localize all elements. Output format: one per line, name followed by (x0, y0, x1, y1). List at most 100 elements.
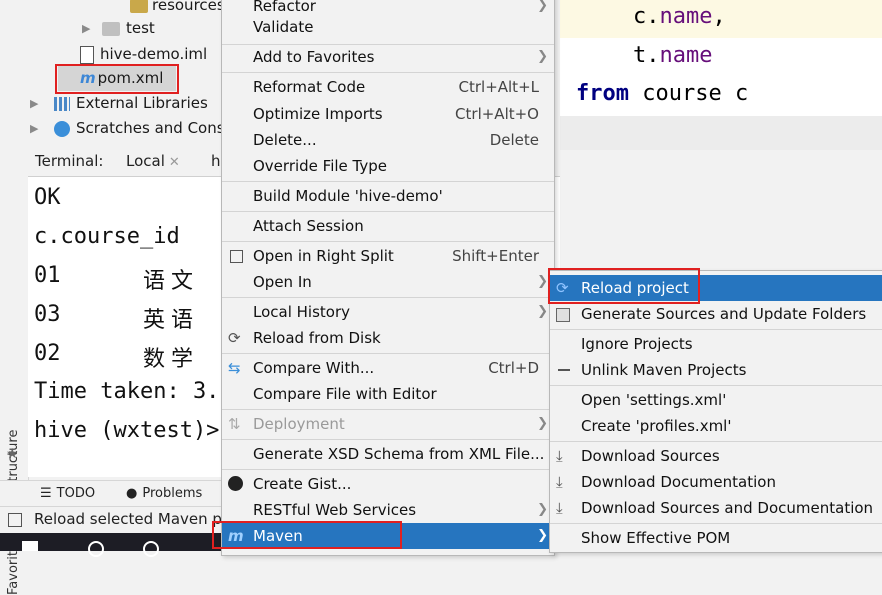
terminal-line: 英语 (143, 308, 200, 333)
terminal-line: OK (34, 185, 61, 210)
search-icon[interactable] (88, 541, 104, 557)
annotation-box-reload-project (548, 268, 700, 304)
module-file-icon (80, 45, 94, 64)
tree-item-scratches[interactable]: ▶ Scratches and Conso (30, 116, 234, 141)
menu-item-reformat-code[interactable]: Reformat Code Ctrl+Alt+L (222, 74, 554, 100)
library-icon (54, 96, 70, 111)
tab-local[interactable]: Local ✕ (126, 152, 180, 170)
chevron-right-icon: ❯ (537, 528, 548, 543)
annotation-box-maven (212, 521, 402, 549)
tree-item-test[interactable]: ▶ test (82, 16, 155, 41)
terminal-line: 数学 (143, 347, 200, 372)
maven-submenu: ⟳ Reload project Generate Sources and Upd… (549, 270, 882, 553)
menu-item-override-file-type[interactable]: Override File Type (222, 153, 554, 179)
menu-separator (222, 439, 554, 440)
menu-item-build-module[interactable]: Build Module 'hive-demo' (222, 183, 554, 209)
problems-icon: ● (126, 486, 138, 501)
problems-tab[interactable]: ● Problems (126, 486, 202, 501)
todo-tab[interactable]: ☰ TODO (40, 486, 95, 501)
terminal-line: c.course_id (34, 224, 180, 249)
menu-item-ignore-projects[interactable]: Ignore Projects (550, 331, 882, 357)
split-view-icon (230, 250, 243, 263)
editor-gutter-strip (560, 116, 882, 150)
menu-separator (222, 181, 554, 182)
download-icon: ⤓ (556, 447, 563, 465)
menu-item-deployment: ⇅ Deployment ❯ (222, 411, 554, 437)
left-tool-strip: Structure Favorites ★ (0, 150, 29, 595)
menu-separator (550, 329, 882, 330)
menu-item-show-effective-pom[interactable]: Show Effective POM (550, 525, 882, 551)
tree-item-external-libraries[interactable]: ▶ External Libraries (30, 91, 208, 116)
menu-item-local-history[interactable]: Local History ❯ (222, 299, 554, 325)
menu-item-validate[interactable]: Validate (222, 14, 554, 40)
tab-h[interactable]: h (211, 152, 221, 170)
menu-item-create-gist[interactable]: Create Gist... (222, 471, 554, 497)
deployment-icon: ⇅ (228, 415, 241, 433)
menu-item-compare-file-with-editor[interactable]: Compare File with Editor (222, 381, 554, 407)
menu-separator (222, 241, 554, 242)
minus-icon (558, 369, 570, 371)
reload-icon: ⟳ (228, 329, 241, 347)
menu-item-attach-session[interactable]: Attach Session (222, 213, 554, 239)
menu-item-unlink-maven-projects[interactable]: Unlink Maven Projects (550, 357, 882, 383)
chevron-right-icon: ❯ (537, 274, 548, 289)
status-text: Reload selected Maven p (34, 510, 222, 528)
menu-item-create-profiles-xml[interactable]: Create 'profiles.xml' (550, 413, 882, 439)
menu-separator (550, 385, 882, 386)
chevron-right-icon: ❯ (537, 416, 548, 431)
menu-item-download-sources-and-docs[interactable]: ⤓ Download Sources and Documentation (550, 495, 882, 521)
generate-sources-icon (556, 308, 570, 322)
github-icon (228, 476, 243, 491)
menu-separator (222, 409, 554, 410)
context-menu: Refactor ❯ Validate Add to Favorites ❯ Ref… (221, 0, 555, 556)
menu-item-open-in[interactable]: Open In ❯ (222, 269, 554, 295)
terminal-line: hive (wxtest)> (34, 418, 220, 443)
menu-separator (222, 353, 554, 354)
menu-separator (222, 211, 554, 212)
windows-start-icon[interactable] (22, 541, 38, 551)
menu-separator (222, 72, 554, 73)
code-line-1: c.name, (633, 4, 726, 29)
star-icon[interactable]: ★ (6, 446, 19, 462)
scratches-icon (54, 120, 70, 137)
folder-icon (130, 0, 148, 13)
task-view-icon[interactable] (143, 541, 159, 557)
chevron-right-icon[interactable]: ▶ (30, 116, 38, 141)
menu-separator (550, 441, 882, 442)
download-icon: ⤓ (556, 499, 563, 517)
status-icon (8, 513, 22, 527)
chevron-right-icon[interactable]: ▶ (82, 16, 90, 41)
terminal-label: Terminal: (35, 152, 104, 170)
menu-item-open-in-right-split[interactable]: Open in Right Split Shift+Enter (222, 243, 554, 269)
annotation-box-pom (55, 64, 179, 94)
chevron-right-icon: ❯ (537, 49, 548, 64)
code-editor[interactable]: c.name, t.name from course c (560, 0, 882, 116)
list-icon: ☰ (40, 486, 52, 501)
code-line-2: t.name (633, 43, 713, 68)
menu-item-download-documentation[interactable]: ⤓ Download Documentation (550, 469, 882, 495)
menu-item-compare-with[interactable]: ⇆ Compare With... Ctrl+D (222, 355, 554, 381)
download-icon: ⤓ (556, 473, 563, 491)
menu-item-reload-from-disk[interactable]: ⟳ Reload from Disk (222, 325, 554, 351)
chevron-right-icon: ❯ (537, 502, 548, 517)
menu-item-generate-xsd[interactable]: Generate XSD Schema from XML File... (222, 441, 554, 467)
menu-item-add-to-favorites[interactable]: Add to Favorites ❯ (222, 44, 554, 70)
menu-separator (222, 469, 554, 470)
terminal-line: 02 (34, 341, 61, 366)
menu-item-generate-sources[interactable]: Generate Sources and Update Folders (550, 301, 882, 327)
menu-separator (222, 297, 554, 298)
code-line-3: from course c (576, 81, 749, 106)
terminal-line: 01 (34, 263, 61, 288)
terminal-line: Time taken: 3. (34, 379, 220, 404)
menu-separator (550, 523, 882, 524)
menu-item-delete[interactable]: Delete... Delete (222, 127, 554, 153)
menu-item-open-settings-xml[interactable]: Open 'settings.xml' (550, 387, 882, 413)
terminal-line: 03 (34, 302, 61, 327)
chevron-right-icon: ❯ (537, 304, 548, 319)
menu-item-download-sources[interactable]: ⤓ Download Sources (550, 443, 882, 469)
terminal-line: 语文 (143, 269, 200, 294)
close-icon[interactable]: ✕ (169, 155, 180, 170)
menu-item-optimize-imports[interactable]: Optimize Imports Ctrl+Alt+O (222, 101, 554, 127)
chevron-right-icon[interactable]: ▶ (30, 91, 38, 116)
menu-item-restful-web-services[interactable]: RESTful Web Services ❯ (222, 497, 554, 523)
